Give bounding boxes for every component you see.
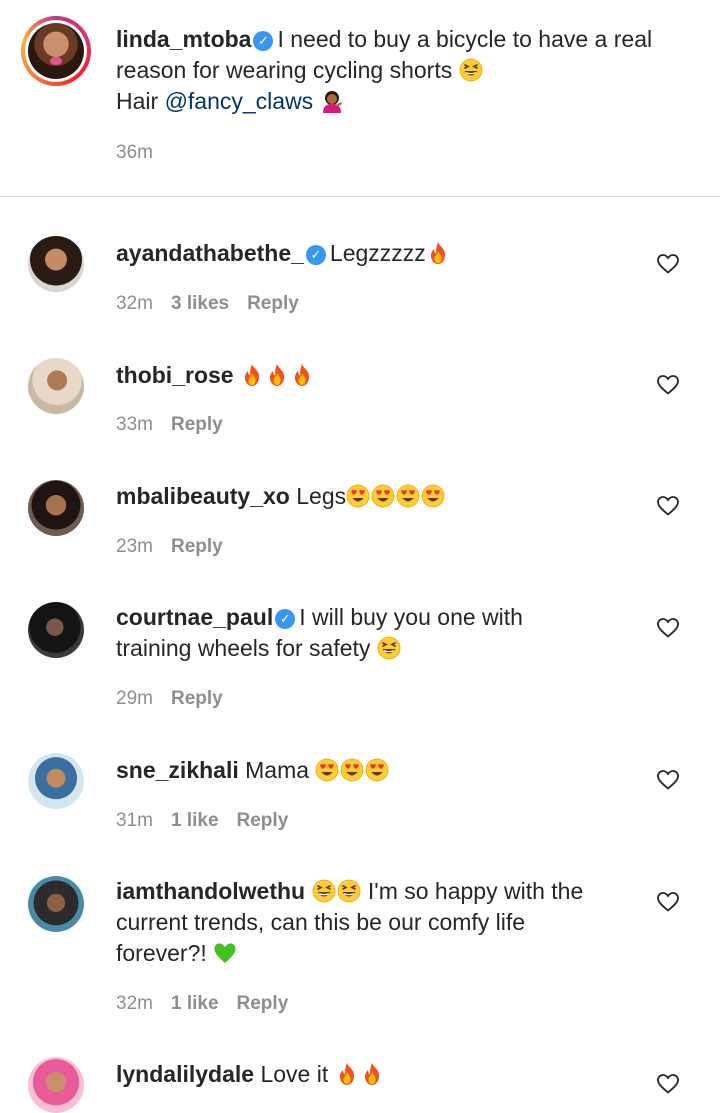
timestamp: 32m [116, 993, 153, 1014]
comment-text: thobi_rose [116, 360, 656, 391]
fire-emoji [360, 1062, 384, 1086]
comment-text: ayandathabethe_ ✓ Legzzzzz [116, 238, 656, 269]
comment-text: iamthandolwethu I'm so happy with the cu… [116, 878, 584, 966]
fire-emoji [426, 241, 450, 265]
comment-text: courtnae_paul ✓ I will buy you one with tr… [116, 604, 523, 661]
avatar[interactable] [28, 876, 84, 932]
heart-outline-icon[interactable] [656, 616, 680, 640]
comment-meta: 32m 3 likes Reply [116, 293, 317, 315]
heart-outline-icon[interactable] [656, 890, 680, 914]
verified-badge-icon: ✓ [305, 245, 326, 265]
timestamp: 31m [116, 810, 153, 831]
likes-count[interactable]: 1 like [171, 810, 219, 831]
heart-eyes-emoji [340, 758, 364, 782]
reply-button[interactable]: Reply [171, 688, 223, 709]
grinning-sweat-emoji [337, 879, 361, 903]
comment-text: lyndalilydale Love it [116, 1059, 656, 1090]
username-link[interactable]: ayandathabethe_ [116, 240, 304, 266]
comment-text: sne_zikhali Mama [116, 755, 656, 786]
post-meta: 36m [116, 142, 171, 164]
reply-button[interactable]: Reply [171, 414, 223, 435]
verified-badge-icon: ✓ [275, 609, 296, 629]
heart-outline-icon[interactable] [656, 1072, 680, 1096]
comment-meta: 23m Reply [116, 536, 241, 558]
post-caption: linda_mtoba ✓ I need to buy a bicycle to h… [0, 0, 720, 197]
reply-button[interactable]: Reply [237, 810, 289, 831]
username-link[interactable]: linda_mtoba [116, 26, 251, 52]
timestamp: 29m [116, 688, 153, 709]
timestamp: 36m [116, 142, 153, 163]
avatar [28, 23, 84, 79]
username-link[interactable]: lyndalilydale [116, 1061, 254, 1087]
heart-eyes-emoji [371, 484, 395, 508]
username-link[interactable]: thobi_rose [116, 362, 234, 388]
heart-outline-icon[interactable] [656, 494, 680, 518]
grinning-sweat-emoji [312, 879, 336, 903]
comment-meta: 31m 1 like Reply [116, 810, 306, 832]
heart-eyes-emoji [421, 484, 445, 508]
timestamp: 33m [116, 414, 153, 435]
fire-emoji [335, 1062, 359, 1086]
avatar[interactable] [28, 358, 84, 414]
avatar[interactable] [28, 236, 84, 292]
fire-emoji [240, 363, 264, 387]
grinning-sweat-emoji [459, 58, 483, 82]
heart-eyes-emoji [396, 484, 420, 508]
grinning-sweat-emoji [377, 636, 401, 660]
fire-emoji [290, 363, 314, 387]
heart-eyes-emoji [315, 758, 339, 782]
green-heart-emoji [213, 941, 237, 965]
comment-meta: 33m Reply [116, 414, 241, 436]
timestamp: 23m [116, 536, 153, 557]
avatar[interactable] [28, 753, 84, 809]
comment-meta: 32m 1 like Reply [116, 993, 306, 1015]
avatar[interactable] [28, 602, 84, 658]
likes-count[interactable]: 1 like [171, 993, 219, 1014]
username-link[interactable]: iamthandolwethu [116, 878, 305, 904]
comment-text: mbalibeauty_xo Legs [116, 481, 656, 512]
mention-link[interactable]: @fancy_claws [165, 88, 314, 114]
username-link[interactable]: courtnae_paul [116, 604, 273, 630]
fire-emoji [265, 363, 289, 387]
username-link[interactable]: sne_zikhali [116, 757, 239, 783]
avatar[interactable] [28, 480, 84, 536]
heart-outline-icon[interactable] [656, 252, 680, 276]
username-link[interactable]: mbalibeauty_xo [116, 483, 290, 509]
verified-badge-icon: ✓ [253, 31, 274, 51]
reply-button[interactable]: Reply [171, 536, 223, 557]
heart-eyes-emoji [365, 758, 389, 782]
caption-text: linda_mtoba ✓ I need to buy a bicycle to h… [116, 26, 653, 114]
reply-button[interactable]: Reply [247, 293, 299, 314]
comment-meta: 29m Reply [116, 688, 241, 710]
heart-eyes-emoji [346, 484, 370, 508]
person-tipping-hand-emoji [320, 89, 344, 113]
timestamp: 32m [116, 293, 153, 314]
reply-button[interactable]: Reply [237, 993, 289, 1014]
heart-outline-icon[interactable] [656, 373, 680, 397]
likes-count[interactable]: 3 likes [171, 293, 229, 314]
heart-outline-icon[interactable] [656, 768, 680, 792]
avatar[interactable] [28, 1057, 84, 1113]
story-ring-avatar[interactable] [21, 16, 91, 86]
